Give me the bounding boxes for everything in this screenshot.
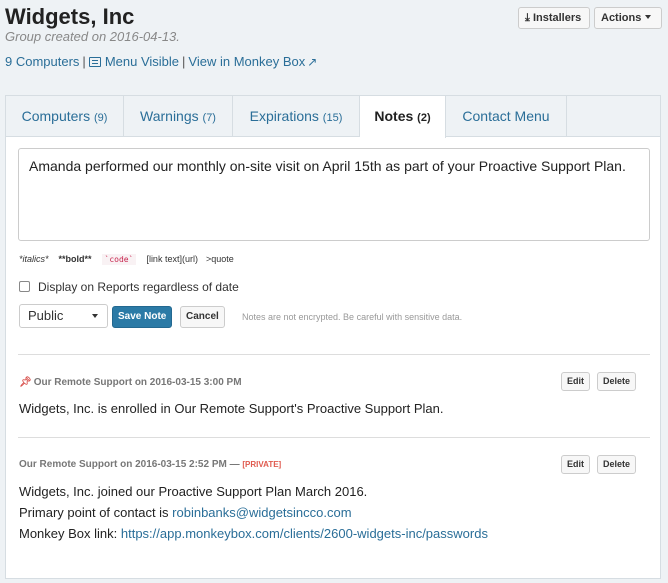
note-body: Widgets, Inc. is enrolled in Our Remote …: [19, 401, 444, 416]
tab-label: Contact Menu: [462, 108, 550, 124]
tab-label: Expirations: [249, 108, 319, 124]
private-badge: [PRIVATE]: [242, 460, 282, 469]
tab-label: Warnings: [140, 108, 199, 124]
cancel-button[interactable]: Cancel: [180, 306, 225, 328]
note-text: Monkey Box link:: [19, 526, 121, 541]
display-on-reports-checkbox[interactable]: [19, 281, 30, 292]
tab-expirations[interactable]: Expirations (15): [233, 96, 360, 137]
hint-quote: >quote: [205, 254, 234, 264]
menu-icon: [88, 57, 101, 67]
separator: |: [182, 54, 186, 69]
tab-bar: Computers (9) Warnings (7) Expirations (…: [6, 96, 660, 138]
tab-label: Computers: [21, 108, 91, 124]
hint-code: `code`: [101, 254, 137, 265]
tab-count: (15): [322, 112, 343, 124]
external-link-icon: ↗: [307, 55, 318, 69]
note-text: Primary point of contact is: [19, 505, 173, 520]
divider: [18, 437, 650, 438]
installers-label: Installers: [532, 12, 582, 24]
group-created-date: Group created on 2016-04-13.: [5, 29, 180, 44]
hint-link: [link text](url): [146, 254, 198, 264]
delete-note-button[interactable]: Delete: [597, 455, 637, 474]
save-note-button[interactable]: Save Note: [112, 306, 173, 328]
notes-panel: Computers (9) Warnings (7) Expirations (…: [5, 95, 661, 579]
menu-visible-label: Menu Visible: [104, 54, 180, 69]
actions-label: Actions: [601, 12, 642, 24]
display-on-reports-label: Display on Reports regardless of date: [38, 280, 239, 294]
note-textarea[interactable]: Amanda performed our monthly on-site vis…: [18, 148, 650, 241]
pin-icon: 📌︎: [19, 377, 32, 388]
download-icon: ⤓: [525, 12, 530, 24]
delete-note-button[interactable]: Delete: [597, 372, 637, 391]
tab-warnings[interactable]: Warnings (7): [124, 96, 233, 137]
note-line: Primary point of contact is robinbanks@w…: [19, 502, 488, 523]
actions-dropdown-button[interactable]: Actions: [594, 7, 662, 29]
view-monkey-box-label: View in Monkey Box: [188, 54, 306, 69]
tab-computers[interactable]: Computers (9): [6, 96, 124, 137]
tab-count: (2): [417, 112, 431, 124]
installers-button[interactable]: ⤓ Installers: [518, 7, 590, 29]
edit-note-button[interactable]: Edit: [561, 372, 590, 391]
separator: |: [82, 54, 86, 69]
email-link[interactable]: robinbanks@widgetsincco.com: [172, 505, 351, 520]
note-body: Widgets, Inc. joined our Proactive Suppo…: [19, 481, 488, 544]
view-monkey-box-link[interactable]: View in Monkey Box ↗: [188, 54, 317, 69]
hint-bold: **bold**: [58, 254, 92, 264]
tab-notes[interactable]: Notes (2): [360, 96, 446, 138]
monkey-box-url-link[interactable]: https://app.monkeybox.com/clients/2600-w…: [121, 526, 488, 541]
edit-note-button[interactable]: Edit: [561, 455, 590, 474]
encryption-notice: Notes are not encrypted. Be careful with…: [242, 312, 463, 322]
divider: [18, 354, 650, 355]
tab-count: (7): [202, 112, 216, 124]
note-author-date: Our Remote Support on 2016-03-15 3:00 PM: [33, 377, 242, 388]
tab-count: (9): [93, 112, 108, 124]
visibility-select[interactable]: Public: [19, 304, 108, 328]
note-line: Widgets, Inc. joined our Proactive Suppo…: [19, 484, 368, 499]
visibility-value: Public: [28, 308, 64, 323]
note-meta: Our Remote Support on 2016-03-15 2:52 PM…: [19, 459, 281, 470]
chevron-down-icon: [92, 314, 98, 318]
computers-link[interactable]: 9 Computers: [5, 54, 79, 69]
tab-contact-menu[interactable]: Contact Menu: [446, 96, 567, 137]
note-meta: 📌︎ Our Remote Support on 2016-03-15 3:00 …: [19, 377, 242, 388]
markdown-hints: *italics* **bold** `code` [link text](url) >…: [19, 254, 234, 265]
menu-visible-link[interactable]: Menu Visible: [88, 54, 180, 69]
tab-label: Notes: [374, 108, 414, 124]
group-links: 9 Computers | Menu Visible | View in Monkey …: [5, 54, 317, 69]
note-author-date: Our Remote Support on 2016-03-15 2:52 PM…: [19, 459, 243, 470]
hint-italics: *italics*: [19, 254, 49, 264]
display-on-reports-row[interactable]: Display on Reports regardless of date: [19, 280, 239, 294]
chevron-down-icon: [645, 15, 652, 19]
note-line: Monkey Box link: https://app.monkeybox.c…: [19, 523, 488, 544]
